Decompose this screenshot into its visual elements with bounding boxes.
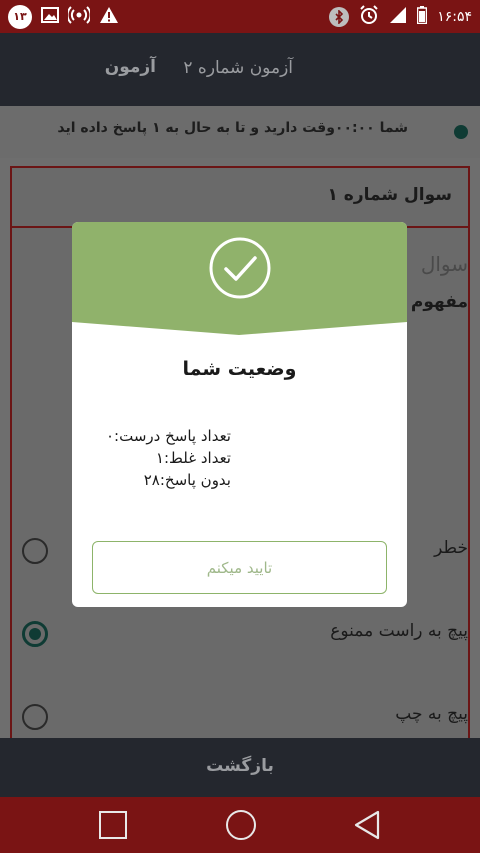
battery-icon	[416, 5, 428, 28]
result-stats: تعداد پاسخ درست:۰ تعداد غلط:۱ بدون پاسخ:…	[106, 425, 231, 491]
image-icon	[41, 6, 59, 27]
question-number-label: سوال شماره ۱	[327, 185, 452, 205]
status-dot-icon	[454, 125, 468, 139]
header-subtitle: آزمون شماره ۲	[183, 58, 293, 78]
question-number-header: سوال شماره ۱	[10, 166, 470, 228]
back-button-label: بازگشت	[206, 756, 274, 776]
answer-option-3[interactable]: پیچ به چپ	[12, 696, 468, 736]
answer-option-3-radio[interactable]	[22, 704, 48, 730]
header-title: آزمون	[104, 57, 156, 77]
dialog-title: وضعیت شما	[182, 358, 297, 380]
alarm-icon	[359, 4, 379, 29]
bluetooth-icon	[329, 6, 350, 27]
nav-back-icon[interactable]	[352, 809, 382, 845]
answer-option-2-radio[interactable]	[22, 621, 48, 647]
status-bar-right: ۱۶:۵۴	[329, 4, 472, 29]
status-bar: ۱۳ ۱۶:۵۴	[0, 0, 480, 33]
time-remaining-bar: شما ۰۰:۰۰وقت دارید و تا به حال به ۱ پاسخ…	[0, 106, 480, 158]
success-check-icon	[208, 236, 272, 304]
home-icon[interactable]	[226, 810, 256, 840]
result-dialog: وضعیت شما تعداد پاسخ درست:۰ تعداد غلط:۱ …	[72, 222, 407, 607]
warning-icon	[99, 6, 119, 28]
status-bar-left: ۱۳	[8, 4, 119, 29]
answer-option-3-label: پیچ به چپ	[395, 704, 468, 724]
wrong-count: تعداد غلط:۱	[155, 449, 231, 467]
answer-option-1-label: خطر	[434, 538, 468, 558]
answer-option-1-radio[interactable]	[22, 538, 48, 564]
confirm-button[interactable]: تایید میکنم	[92, 541, 387, 594]
answer-option-2[interactable]: پیچ به راست ممنوع	[12, 613, 468, 653]
correct-count: تعداد پاسخ درست:۰	[105, 427, 231, 445]
unanswered-count: بدون پاسخ:۲۸	[143, 471, 231, 489]
notification-count-badge: ۱۳	[8, 4, 32, 29]
system-nav-bar	[0, 797, 480, 853]
signal-icon	[389, 6, 407, 28]
app-header: آزمون شماره ۲ آزمون	[0, 33, 480, 106]
recent-apps-icon[interactable]	[99, 811, 127, 839]
time-remaining-text: شما ۰۰:۰۰وقت دارید و تا به حال به ۱ پاسخ…	[57, 120, 408, 136]
question-text: مفهوم	[410, 292, 468, 312]
wifi-hotspot-icon	[66, 5, 92, 28]
back-button[interactable]: بازگشت	[0, 738, 480, 797]
status-clock: ۱۶:۵۴	[437, 8, 472, 25]
question-title: سوال	[420, 252, 468, 276]
answer-option-2-label: پیچ به راست ممنوع	[330, 621, 468, 641]
